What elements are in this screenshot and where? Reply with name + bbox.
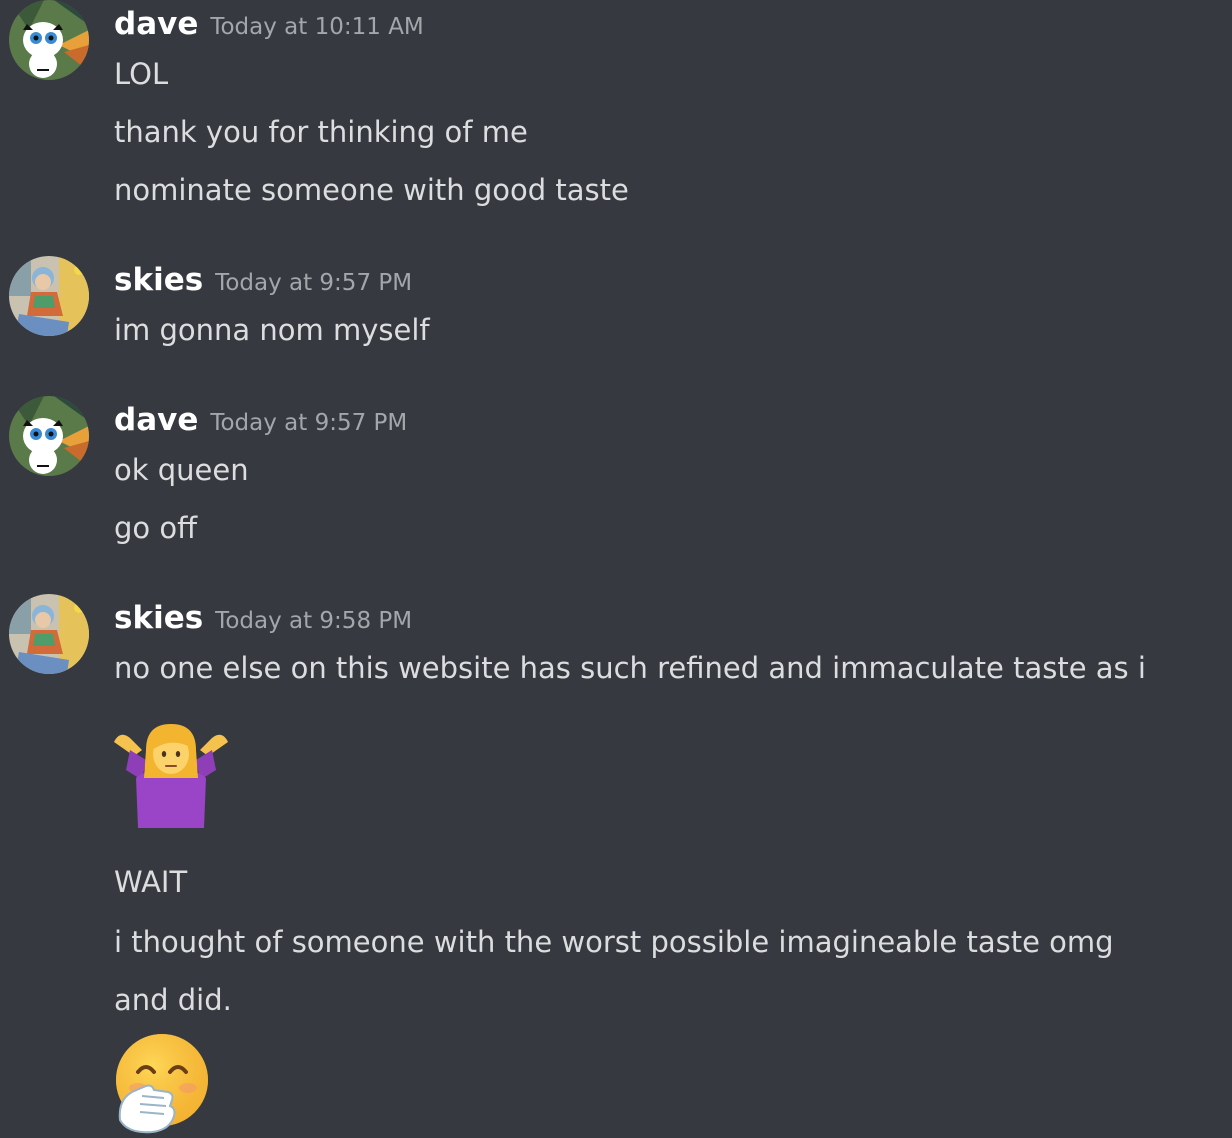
timestamp[interactable]: Today at 10:11 AM <box>210 14 423 40</box>
avatar-skies[interactable] <box>9 594 89 674</box>
timestamp[interactable]: Today at 9:57 PM <box>210 410 407 436</box>
timestamp[interactable]: Today at 9:57 PM <box>215 270 412 296</box>
avatar-dave[interactable] <box>9 396 89 476</box>
avatar-skies[interactable] <box>9 256 89 336</box>
message-header: dave Today at 9:57 PM <box>114 396 407 444</box>
person-photo-avatar-icon <box>9 594 89 674</box>
message-text: ok queen <box>114 453 249 487</box>
cat-avatar-icon <box>9 396 89 476</box>
cat-avatar-icon <box>9 0 89 80</box>
username[interactable]: skies <box>114 600 203 636</box>
face-with-hand-over-mouth-emoji <box>112 1034 212 1138</box>
username[interactable]: skies <box>114 262 203 298</box>
person-shrugging-emoji <box>112 720 230 832</box>
username[interactable]: dave <box>114 402 198 438</box>
message-text: go off <box>114 511 198 545</box>
message-header: skies Today at 9:58 PM <box>114 594 412 642</box>
username[interactable]: dave <box>114 6 198 42</box>
message-header: skies Today at 9:57 PM <box>114 256 412 304</box>
message-text: i thought of someone with the worst poss… <box>114 925 1114 959</box>
message-text: nominate someone with good taste <box>114 173 629 207</box>
person-photo-avatar-icon <box>9 256 89 336</box>
message-text: im gonna nom myself <box>114 313 430 347</box>
message-header: dave Today at 10:11 AM <box>114 0 424 48</box>
message-text: WAIT <box>114 865 188 899</box>
message-text: and did. <box>114 983 232 1017</box>
message-text: LOL <box>114 57 169 91</box>
message-text: thank you for thinking of me <box>114 115 528 149</box>
message-text: no one else on this website has such ref… <box>114 651 1146 685</box>
timestamp[interactable]: Today at 9:58 PM <box>215 608 412 634</box>
avatar-dave[interactable] <box>9 0 89 80</box>
